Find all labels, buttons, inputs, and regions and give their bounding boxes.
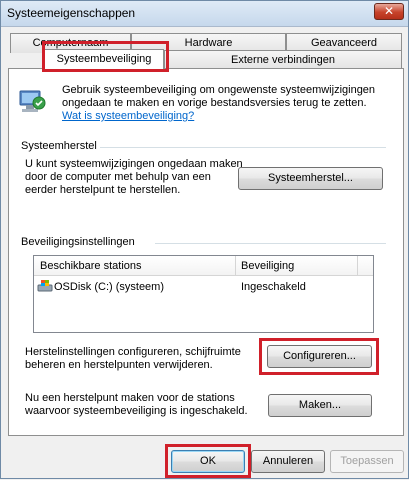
configure-button[interactable]: Configureren... bbox=[267, 345, 372, 368]
intro-text: Gebruik systeembeveiliging om ongewenste… bbox=[62, 84, 375, 123]
protection-divider bbox=[155, 243, 386, 244]
protection-heading: Beveiligingsinstellingen bbox=[21, 236, 135, 248]
apply-button[interactable]: Toepassen bbox=[330, 450, 404, 473]
drive-protection-status: Ingeschakeld bbox=[241, 281, 306, 293]
ok-button[interactable]: OK bbox=[171, 450, 245, 473]
listview-header: Beschikbare stations Beveiliging bbox=[34, 256, 373, 276]
column-separator[interactable] bbox=[357, 256, 358, 276]
restore-text: U kunt systeemwijzigingen ongedaan maken… bbox=[25, 158, 243, 197]
column-separator[interactable] bbox=[235, 256, 236, 276]
restore-heading: Systeemherstel bbox=[21, 140, 97, 152]
create-line: Nu een herstelpunt maken voor de station… bbox=[25, 392, 235, 404]
intro-line: Gebruik systeembeveiliging om ongewenste… bbox=[62, 84, 376, 96]
restore-line: door de computer met behulp van een bbox=[25, 171, 211, 183]
configure-text: Herstelinstellingen configureren, schijf… bbox=[25, 346, 241, 372]
system-restore-button[interactable]: Systeemherstel... bbox=[238, 167, 383, 190]
drives-listview[interactable]: Beschikbare stations Beveiliging OSDisk … bbox=[33, 255, 374, 333]
column-header-beveiliging[interactable]: Beveiliging bbox=[241, 260, 294, 272]
intro-line: ongedaan te maken en vorige bestandsvers… bbox=[62, 97, 367, 109]
create-line: waarvoor systeembeveiliging is ingeschak… bbox=[25, 405, 248, 417]
table-row[interactable]: OSDisk (C:) (systeem) Ingeschakeld bbox=[34, 278, 373, 296]
cancel-button[interactable]: Annuleren bbox=[251, 450, 325, 473]
column-header-stations[interactable]: Beschikbare stations bbox=[40, 260, 142, 272]
create-text: Nu een herstelpunt maken voor de station… bbox=[25, 392, 248, 418]
restore-line: U kunt systeemwijzigingen ongedaan maken bbox=[25, 158, 243, 170]
drive-icon bbox=[37, 280, 53, 292]
configure-line: Herstelinstellingen configureren, schijf… bbox=[25, 346, 241, 358]
create-button[interactable]: Maken... bbox=[268, 394, 372, 417]
system-protection-icon bbox=[19, 90, 46, 112]
help-link[interactable]: Wat is systeembeveiliging? bbox=[62, 110, 375, 123]
restore-line: eerder herstelpunt te herstellen. bbox=[25, 184, 181, 196]
drive-name: OSDisk (C:) (systeem) bbox=[54, 281, 164, 293]
configure-line: beheren en herstelpunten verwijderen. bbox=[25, 359, 213, 371]
dialog-window: Systeemeigenschappen ✕ Computernaam Hard… bbox=[0, 0, 409, 479]
restore-divider bbox=[100, 147, 386, 148]
